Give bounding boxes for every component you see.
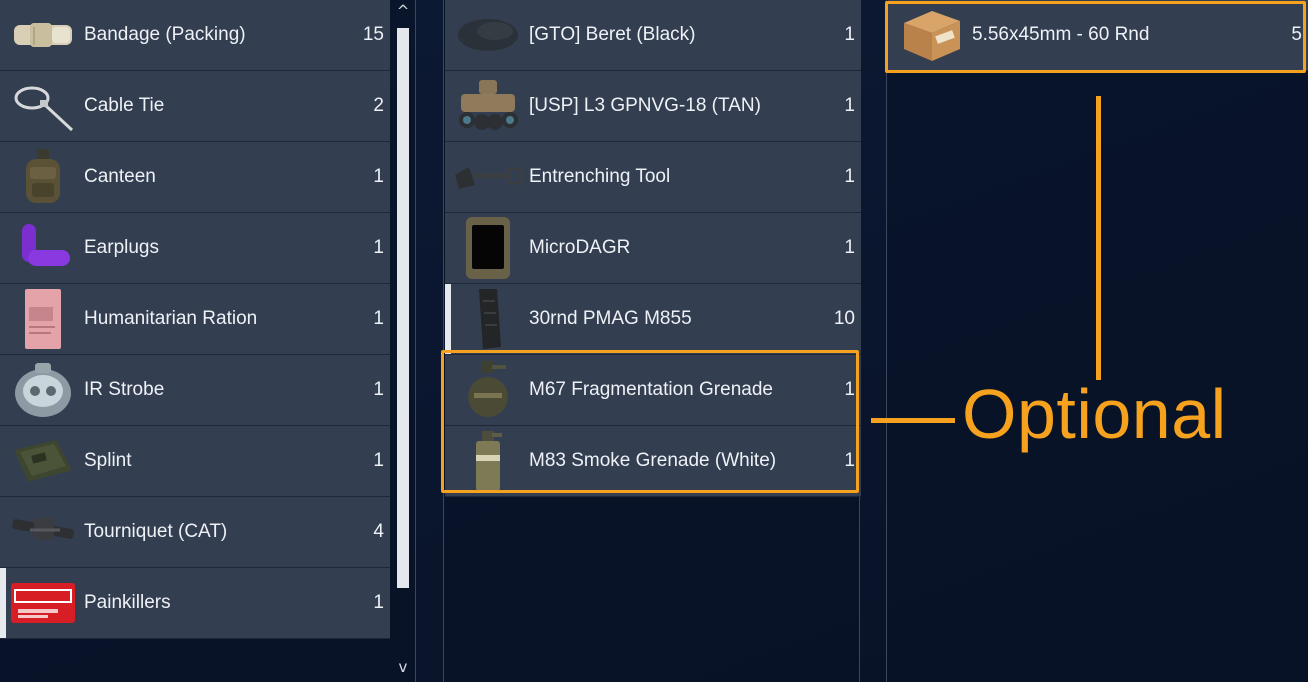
bandage-icon [8, 2, 78, 68]
list-item[interactable]: [GTO] Beret (Black) 1 [445, 0, 861, 71]
item-label: Bandage (Packing) [84, 24, 246, 45]
splint-icon [8, 428, 78, 494]
list-item[interactable]: Humanitarian Ration 1 [0, 284, 390, 355]
list-item[interactable]: Canteen 1 [0, 142, 390, 213]
list-item[interactable]: 5.56x45mm - 60 Rnd 5 [888, 0, 1308, 71]
item-label: MicroDAGR [529, 237, 631, 258]
item-quantity: 1 [844, 166, 855, 187]
annotation-connector-vertical [1096, 96, 1101, 380]
earplugs-icon [8, 215, 78, 281]
item-label: Humanitarian Ration [84, 308, 258, 329]
ration-icon [8, 286, 78, 352]
list-item[interactable]: Splint 1 [0, 426, 390, 497]
item-label: 30rnd PMAG M855 [529, 308, 692, 329]
item-quantity: 1 [373, 450, 384, 471]
list-item[interactable]: M83 Smoke Grenade (White) 1 [445, 426, 861, 497]
item-quantity: 10 [833, 308, 855, 329]
inventory-panel-middle: [GTO] Beret (Black) 1 [USP] L3 GPNVG-18 … [443, 0, 861, 682]
ir-strobe-icon [8, 357, 78, 423]
list-item[interactable]: IR Strobe 1 [0, 355, 390, 426]
item-list-right: 5.56x45mm - 60 Rnd 5 [888, 0, 1308, 71]
list-item[interactable]: Earplugs 1 [0, 213, 390, 284]
item-label: Splint [84, 450, 132, 471]
list-item[interactable]: 30rnd PMAG M855 10 [445, 284, 861, 355]
list-item[interactable]: Tourniquet (CAT) 4 [0, 497, 390, 568]
item-label: [GTO] Beret (Black) [529, 24, 696, 45]
tourniquet-icon [8, 499, 78, 565]
item-list-middle: [GTO] Beret (Black) 1 [USP] L3 GPNVG-18 … [445, 0, 861, 497]
cable-tie-icon [8, 73, 78, 139]
list-item[interactable]: Painkillers 1 [0, 568, 390, 639]
scrollbar[interactable]: ^ v [394, 0, 412, 682]
list-item[interactable]: Bandage (Packing) 15 [0, 0, 390, 71]
item-label: Entrenching Tool [529, 166, 671, 187]
ammo-box-icon [896, 2, 966, 68]
item-quantity: 1 [844, 237, 855, 258]
list-item[interactable]: M67 Fragmentation Grenade 1 [445, 355, 861, 426]
item-quantity: 1 [373, 237, 384, 258]
item-label: Painkillers [84, 592, 171, 613]
item-quantity: 1 [844, 450, 855, 471]
item-label: [USP] L3 GPNVG-18 (TAN) [529, 95, 761, 116]
inventory-panel-left: Bandage (Packing) 15 Cable Tie 2 Canteen… [0, 0, 416, 682]
item-label: Earplugs [84, 237, 159, 258]
item-label: Canteen [84, 166, 156, 187]
item-quantity: 1 [373, 379, 384, 400]
item-quantity: 1 [844, 379, 855, 400]
item-quantity: 2 [373, 95, 384, 116]
nvg-icon [453, 73, 523, 139]
shovel-icon [453, 144, 523, 210]
gps-device-icon [453, 215, 523, 281]
item-quantity: 1 [844, 24, 855, 45]
item-quantity: 1 [373, 592, 384, 613]
item-quantity: 15 [362, 24, 384, 45]
item-quantity: 1 [373, 166, 384, 187]
item-label: IR Strobe [84, 379, 165, 400]
beret-icon [453, 2, 523, 68]
scroll-thumb[interactable] [397, 28, 409, 588]
item-quantity: 1 [844, 95, 855, 116]
list-item[interactable]: [USP] L3 GPNVG-18 (TAN) 1 [445, 71, 861, 142]
list-item[interactable]: MicroDAGR 1 [445, 213, 861, 284]
item-label: M67 Fragmentation Grenade [529, 379, 773, 400]
item-list-left: Bandage (Packing) 15 Cable Tie 2 Canteen… [0, 0, 390, 639]
item-quantity: 4 [373, 521, 384, 542]
optional-annotation-label: Optional [962, 375, 1227, 453]
list-item[interactable]: Cable Tie 2 [0, 71, 390, 142]
item-quantity: 1 [373, 308, 384, 329]
scroll-up-button[interactable]: ^ [394, 0, 412, 22]
scroll-down-button[interactable]: v [394, 656, 412, 678]
item-label: M83 Smoke Grenade (White) [529, 450, 777, 471]
smoke-grenade-icon [453, 428, 523, 494]
item-label: 5.56x45mm - 60 Rnd [972, 24, 1150, 45]
annotation-connector-horizontal [871, 418, 955, 423]
item-label: Tourniquet (CAT) [84, 521, 228, 542]
frag-grenade-icon [453, 357, 523, 423]
painkillers-icon [8, 570, 78, 636]
canteen-icon [8, 144, 78, 210]
item-quantity: 5 [1291, 24, 1302, 45]
list-item[interactable]: Entrenching Tool 1 [445, 142, 861, 213]
magazine-icon [453, 286, 523, 352]
item-label: Cable Tie [84, 95, 165, 116]
